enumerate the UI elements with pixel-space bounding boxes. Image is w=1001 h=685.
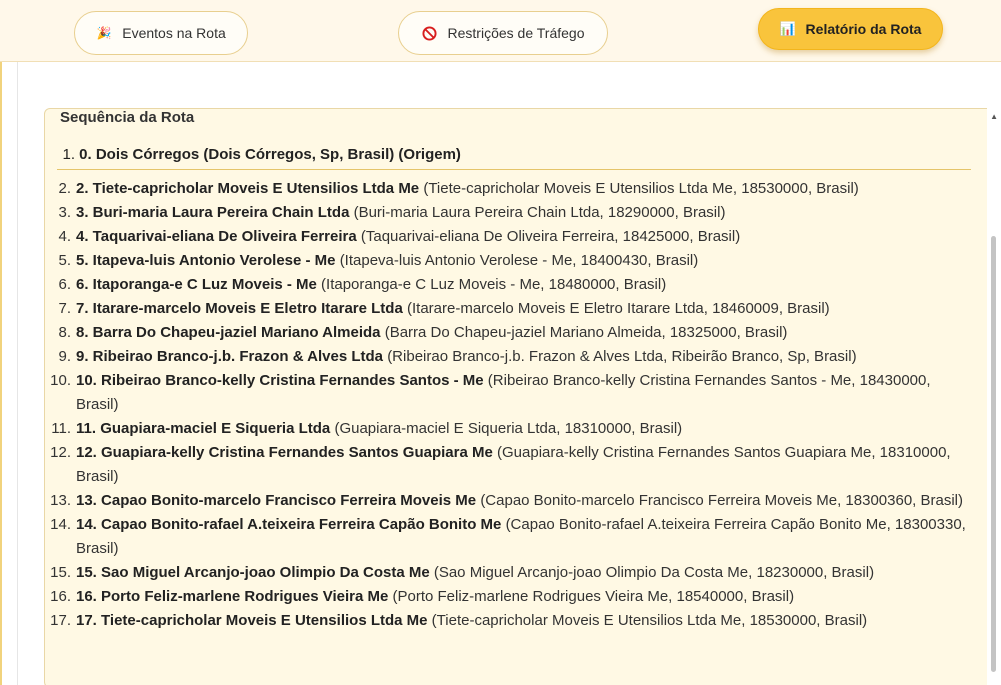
party-popper-icon: 🎉 bbox=[96, 26, 112, 40]
stop-detail: (Tiete-capricholar Moveis E Utensilios L… bbox=[423, 180, 859, 197]
route-stop-item: 6. 6. Itaporanga-e C Luz Moveis - Me (Ita… bbox=[45, 273, 975, 297]
origin-item: 1. 0. Dois Córregos (Dois Córregos, Sp, … bbox=[57, 146, 971, 170]
route-stop-item: 15. 15. Sao Miguel Arcanjo-joao Olimpio D… bbox=[45, 561, 975, 585]
route-stop-item: 17. 17. Tiete-capricholar Moveis E Utensi… bbox=[45, 609, 975, 633]
route-stop-item: 7. 7. Itarare-marcelo Moveis E Eletro Ita… bbox=[45, 297, 975, 321]
stop-detail: (Itarare-marcelo Moveis E Eletro Itarare… bbox=[406, 300, 830, 317]
route-stop-item: 5. 5. Itapeva-luis Antonio Verolese - Me … bbox=[45, 249, 975, 273]
route-stop-item: 8. 8. Barra Do Chapeu-jaziel Mariano Alme… bbox=[45, 321, 975, 345]
route-stop-item: 16. 16. Porto Feliz-marlene Rodrigues Vie… bbox=[45, 585, 975, 609]
stop-number: 8. bbox=[58, 324, 71, 341]
stop-detail: (Itaporanga-e C Luz Moveis - Me, 1848000… bbox=[321, 276, 667, 293]
stop-name: 14. Capao Bonito-rafael A.teixeira Ferre… bbox=[76, 516, 502, 533]
stop-detail: (Capao Bonito-marcelo Francisco Ferreira… bbox=[480, 492, 964, 509]
stop-name: 11. Guapiara-maciel E Siqueria Ltda bbox=[76, 420, 331, 437]
stop-name: 6. Itaporanga-e C Luz Moveis - Me bbox=[76, 276, 317, 293]
route-stop-item: 10. 10. Ribeirao Branco-kelly Cristina Fe… bbox=[45, 369, 975, 417]
route-stop-item: 13. 13. Capao Bonito-marcelo Francisco Fe… bbox=[45, 489, 975, 513]
tab-label: Eventos na Rota bbox=[122, 25, 226, 41]
tab-restricoes-de-trafego[interactable]: Restrições de Tráfego bbox=[398, 11, 608, 55]
tab-eventos-na-rota[interactable]: 🎉 Eventos na Rota bbox=[74, 11, 248, 55]
stop-number: 6. bbox=[58, 276, 71, 293]
stop-name: 13. Capao Bonito-marcelo Francisco Ferre… bbox=[76, 492, 477, 509]
route-stop-item: 11. 11. Guapiara-maciel E Siqueria Ltda (… bbox=[45, 417, 975, 441]
tab-label: Restrições de Tráfego bbox=[447, 25, 585, 41]
stop-detail: (Porto Feliz-marlene Rodrigues Vieira Me… bbox=[392, 588, 795, 605]
stop-name: 2. Tiete-capricholar Moveis E Utensilios… bbox=[76, 180, 420, 197]
stop-number: 5. bbox=[58, 252, 71, 269]
stop-number: 12. bbox=[50, 444, 71, 461]
stop-number: 16. bbox=[50, 588, 71, 605]
stop-name: 10. Ribeirao Branco-kelly Cristina Ferna… bbox=[76, 372, 484, 389]
origin-detail: (Dois Córregos, Sp, Brasil) (Origem) bbox=[203, 146, 461, 163]
stop-name: 7. Itarare-marcelo Moveis E Eletro Itara… bbox=[76, 300, 403, 317]
stops-list: 2. 2. Tiete-capricholar Moveis E Utensili… bbox=[45, 177, 975, 633]
panel-title: Sequência da Rota bbox=[60, 109, 195, 126]
stop-number: 4. bbox=[58, 228, 71, 245]
route-stop-item: 9. 9. Ribeirao Branco-j.b. Frazon & Alves… bbox=[45, 345, 975, 369]
stop-name: 15. Sao Miguel Arcanjo-joao Olimpio Da C… bbox=[76, 564, 430, 581]
stop-detail: (Guapiara-maciel E Siqueria Ltda, 183100… bbox=[334, 420, 683, 437]
stop-number: 2. bbox=[58, 180, 71, 197]
stop-number: 15. bbox=[50, 564, 71, 581]
stop-name: 8. Barra Do Chapeu-jaziel Mariano Almeid… bbox=[76, 324, 381, 341]
left-border bbox=[0, 62, 18, 685]
route-sequence-panel: Sequência da Rota 1. 0. Dois Córregos (D… bbox=[44, 108, 1000, 685]
origin-number: 1. bbox=[62, 146, 75, 163]
stop-name: 9. Ribeirao Branco-j.b. Frazon & Alves L… bbox=[76, 348, 384, 365]
stop-number: 3. bbox=[58, 204, 71, 221]
stop-name: 17. Tiete-capricholar Moveis E Utensilio… bbox=[76, 612, 428, 629]
stop-number: 17. bbox=[50, 612, 71, 629]
route-stop-item: 12. 12. Guapiara-kelly Cristina Fernandes… bbox=[45, 441, 975, 489]
route-stop-item: 2. 2. Tiete-capricholar Moveis E Utensili… bbox=[45, 177, 975, 201]
stop-detail: (Barra Do Chapeu-jaziel Mariano Almeida,… bbox=[384, 324, 788, 341]
scrollbar-thumb[interactable] bbox=[991, 236, 996, 672]
stop-detail: (Ribeirao Branco-j.b. Frazon & Alves Ltd… bbox=[387, 348, 857, 365]
stop-number: 13. bbox=[50, 492, 71, 509]
route-stop-item: 3. 3. Buri-maria Laura Pereira Chain Ltda… bbox=[45, 201, 975, 225]
no-entry-icon bbox=[422, 25, 438, 41]
stop-name: 12. Guapiara-kelly Cristina Fernandes Sa… bbox=[76, 444, 493, 461]
stop-detail: (Tiete-capricholar Moveis E Utensilios L… bbox=[431, 612, 868, 629]
tab-label: Relatório da Rota bbox=[805, 21, 922, 37]
scroll-up-arrow-icon[interactable]: ▲ bbox=[990, 112, 998, 121]
stop-number: 7. bbox=[58, 300, 71, 317]
route-tabs-bar: 🎉 Eventos na Rota Restrições de Tráfego … bbox=[0, 0, 1001, 62]
stop-detail: (Buri-maria Laura Pereira Chain Ltda, 18… bbox=[353, 204, 726, 221]
stop-number: 11. bbox=[51, 420, 71, 437]
stop-name: 16. Porto Feliz-marlene Rodrigues Vieira… bbox=[76, 588, 389, 605]
route-stop-item: 14. 14. Capao Bonito-rafael A.teixeira Fe… bbox=[45, 513, 975, 561]
stop-detail: (Itapeva-luis Antonio Verolese - Me, 184… bbox=[339, 252, 699, 269]
stop-name: 3. Buri-maria Laura Pereira Chain Ltda bbox=[76, 204, 350, 221]
bar-chart-icon: 📊 bbox=[779, 21, 796, 36]
stop-detail: (Sao Miguel Arcanjo-joao Olimpio Da Cost… bbox=[433, 564, 875, 581]
stop-number: 9. bbox=[58, 348, 71, 365]
route-stop-item: 4. 4. Taquarivai-eliana De Oliveira Ferre… bbox=[45, 225, 975, 249]
origin-name: 0. Dois Córregos bbox=[79, 146, 200, 163]
stop-name: 4. Taquarivai-eliana De Oliveira Ferreir… bbox=[76, 228, 357, 245]
stop-detail: (Taquarivai-eliana De Oliveira Ferreira,… bbox=[360, 228, 741, 245]
stop-name: 5. Itapeva-luis Antonio Verolese - Me bbox=[76, 252, 336, 269]
stop-number: 10. bbox=[50, 372, 71, 389]
tab-relatorio-da-rota[interactable]: 📊 Relatório da Rota bbox=[758, 8, 943, 50]
stop-number: 14. bbox=[50, 516, 71, 533]
